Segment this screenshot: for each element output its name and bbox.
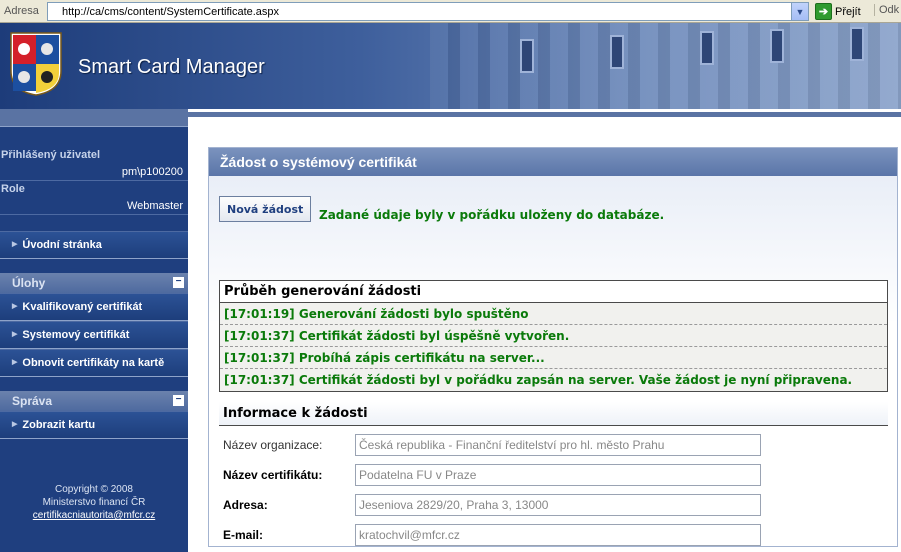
sidebar-item-label[interactable]: Zobrazit kartu (22, 411, 95, 439)
sidebar-footer: Copyright © 2008 Ministerstvo financí ČR… (0, 483, 188, 522)
chevron-down-icon[interactable]: ▼ (791, 3, 808, 20)
go-button[interactable]: ➔ Přejít (815, 2, 861, 21)
links-label[interactable]: Odk (874, 4, 899, 16)
progress-heading: Průběh generování žádosti (220, 281, 887, 303)
state-crest-logo (10, 32, 62, 96)
header-divider (188, 109, 901, 117)
section-label: Správa (12, 394, 53, 408)
sidebar-top-stripe (0, 109, 188, 127)
request-panel: Žádost o systémový certifikát Nová žádos… (208, 147, 898, 547)
arrow-right-icon: ▶ (12, 421, 18, 428)
log-entry: [17:01:37] Certifikát žádosti byl úspěšn… (220, 325, 887, 347)
go-label[interactable]: Přejít (835, 6, 861, 18)
arrow-right-icon: ▶ (12, 241, 18, 248)
form-row-address: Adresa: Jeseniova 2829/20, Praha 3, 1300… (223, 494, 763, 516)
sidebar-item-home[interactable]: ▶ Úvodní stránka (0, 231, 188, 259)
page-title: Žádost o systémový certifikát (209, 148, 897, 176)
user-label: Přihlášený uživatel (1, 149, 101, 161)
section-admin[interactable]: Správa − (0, 391, 188, 411)
address-label-field: Adresa: (223, 498, 268, 512)
email-label: E-mail: (223, 528, 264, 542)
arrow-right-icon: ▶ (12, 303, 18, 310)
user-value: pm\p100200 (0, 164, 188, 181)
address-field[interactable]: Jeseniova 2829/20, Praha 3, 13000 (355, 494, 761, 516)
panel-body: Nová žádost Zadané údaje byly v pořádku … (209, 176, 897, 546)
sidebar-item-show-card[interactable]: ▶ Zobrazit kartu (0, 411, 188, 439)
new-request-button[interactable]: Nová žádost (219, 196, 312, 222)
form-row-cert-name: Název certifikátu: Podatelna FU v Praze (223, 464, 763, 486)
contact-email-link[interactable]: certifikacniautorita@mfcr.cz (33, 510, 155, 521)
address-url[interactable]: http://ca/cms/content/SystemCertificate.… (48, 6, 279, 18)
sidebar-item-label[interactable]: Obnovit certifikáty na kartě (22, 349, 164, 377)
address-bar: Adresa http://ca/cms/content/SystemCerti… (0, 0, 901, 23)
sidebar-item-label[interactable]: Úvodní stránka (22, 231, 101, 259)
org-text: Ministerstvo financí ČR (42, 497, 146, 508)
copyright-text: Copyright © 2008 (55, 484, 133, 495)
log-entry: [17:01:19] Generování žádosti bylo spušt… (220, 303, 887, 325)
success-message: Zadané údaje byly v pořádku uloženy do d… (319, 208, 665, 222)
email-field[interactable]: kratochvil@mfcr.cz (355, 524, 761, 546)
cert-name-field[interactable]: Podatelna FU v Praze (355, 464, 761, 486)
header-banner: Smart Card Manager (0, 23, 901, 109)
form-row-email: E-mail: kratochvil@mfcr.cz (223, 524, 763, 546)
log-entry: [17:01:37] Certifikát žádosti byl v pořá… (220, 369, 887, 391)
arrow-right-icon: ▶ (12, 359, 18, 366)
building-image (430, 23, 901, 109)
role-label: Role (1, 183, 25, 195)
sidebar-item-label[interactable]: Kvalifikovaný certifikát (22, 293, 142, 321)
section-tasks[interactable]: Úlohy − (0, 273, 188, 293)
sidebar-item-label[interactable]: Systemový certifikát (22, 321, 129, 349)
sidebar: Přihlášený uživatel pm\p100200 Role Webm… (0, 109, 188, 552)
log-entry: [17:01:37] Probíhá zápis certifikátu na … (220, 347, 887, 369)
form-row-organization: Název organizace: Česká republika - Fina… (223, 434, 763, 456)
info-heading: Informace k žádosti (219, 402, 888, 426)
sidebar-item-qualified-cert[interactable]: ▶ Kvalifikovaný certifikát (0, 293, 188, 321)
address-input[interactable]: http://ca/cms/content/SystemCertificate.… (47, 2, 809, 21)
sidebar-item-system-cert[interactable]: ▶ Systemový certifikát (0, 321, 188, 349)
section-label: Úlohy (12, 276, 46, 290)
app-title: Smart Card Manager (78, 56, 265, 78)
collapse-icon[interactable]: − (173, 395, 184, 406)
role-value: Webmaster (0, 198, 188, 215)
address-label: Adresa (4, 5, 39, 17)
progress-log: Průběh generování žádosti [17:01:19] Gen… (219, 280, 888, 392)
organization-label: Název organizace: (223, 438, 323, 452)
arrow-right-icon[interactable]: ➔ (815, 3, 832, 20)
user-info: Přihlášený uživatel pm\p100200 Role Webm… (0, 127, 188, 215)
cert-name-label: Název certifikátu: (223, 468, 323, 482)
sidebar-item-renew-certs[interactable]: ▶ Obnovit certifikáty na kartě (0, 349, 188, 377)
organization-field[interactable]: Česká republika - Finanční ředitelství p… (355, 434, 761, 456)
arrow-right-icon: ▶ (12, 331, 18, 338)
collapse-icon[interactable]: − (173, 277, 184, 288)
